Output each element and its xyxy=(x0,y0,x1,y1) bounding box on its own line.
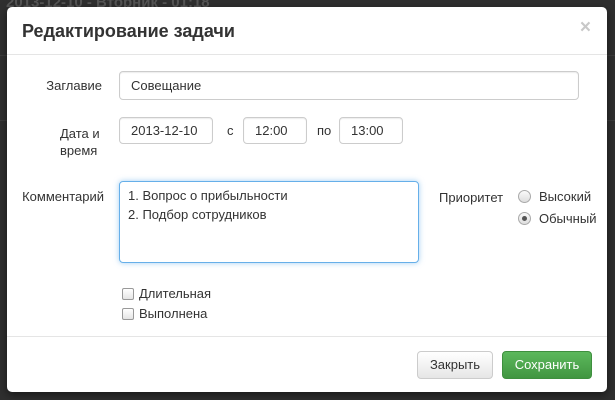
radio-icon xyxy=(518,190,531,203)
dialog-title: Редактирование задачи xyxy=(22,21,235,41)
done-checkbox[interactable]: Выполнена xyxy=(122,306,207,321)
priority-normal-radio[interactable]: Обычный xyxy=(518,211,596,226)
priority-label: Приоритет xyxy=(439,190,504,205)
from-label: с xyxy=(227,123,234,138)
datetime-label-line: время xyxy=(60,143,98,158)
radio-label: Высокий xyxy=(539,189,592,204)
dialog-footer: Закрыть Сохранить xyxy=(7,336,607,392)
comment-label: Комментарий xyxy=(22,189,104,204)
start-time-input[interactable]: 12:00 xyxy=(243,117,307,144)
checkbox-label: Выполнена xyxy=(139,306,208,321)
close-icon[interactable]: × xyxy=(580,17,591,39)
end-time-input[interactable]: 13:00 xyxy=(339,117,403,144)
comment-line: 1. Вопрос о прибыльности xyxy=(128,188,288,203)
save-button[interactable]: Сохранить xyxy=(502,351,592,379)
title-label: Заглавие xyxy=(46,78,102,93)
edit-task-dialog: Редактирование задачи × Заглавие Совещан… xyxy=(7,7,607,392)
to-label: по xyxy=(317,123,332,138)
checkbox-icon xyxy=(122,287,134,300)
comment-line: 2. Подбор сотрудников xyxy=(128,207,267,222)
radio-checked-icon xyxy=(518,212,531,225)
comment-textarea[interactable]: 1. Вопрос о прибыльности 2. Подбор сотру… xyxy=(119,181,419,263)
checkbox-label: Длительная xyxy=(139,286,212,301)
dialog-header: Редактирование задачи × xyxy=(7,7,607,55)
datetime-label: Дата и время xyxy=(27,125,102,159)
close-button[interactable]: Закрыть xyxy=(417,351,493,379)
radio-label: Обычный xyxy=(539,211,597,226)
long-checkbox[interactable]: Длительная xyxy=(122,286,211,301)
datetime-label-line: Дата и xyxy=(60,126,100,141)
date-input[interactable]: 2013-12-10 xyxy=(119,117,213,144)
priority-high-radio[interactable]: Высокий xyxy=(518,189,591,204)
title-input[interactable]: Совещание xyxy=(119,71,579,100)
checkbox-icon xyxy=(122,307,134,320)
